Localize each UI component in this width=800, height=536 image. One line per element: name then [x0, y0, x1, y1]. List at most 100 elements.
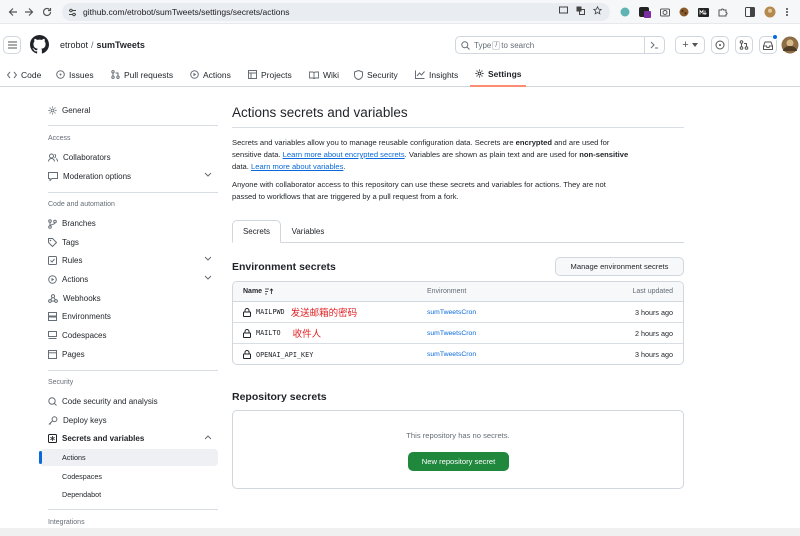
user-avatar[interactable] [781, 36, 799, 54]
tab-pull-requests-label: Pull requests [124, 69, 174, 80]
sidebar-item-general-label: General [62, 106, 91, 115]
sidebar-divider [48, 509, 218, 510]
sidebar-item-deploy-keys-label: Deploy keys [63, 416, 107, 425]
extension-teal-icon[interactable] [620, 7, 630, 17]
address-bar[interactable]: github.com/etrobot/sumTweets/settings/se… [62, 3, 610, 21]
url-text[interactable]: github.com/etrobot/sumTweets/settings/se… [83, 7, 289, 17]
sidebar-divider [48, 125, 218, 126]
intro-part-5: data. [232, 162, 251, 171]
tab-actions[interactable]: Actions [190, 62, 231, 87]
translate-icon[interactable] [576, 6, 585, 15]
tab-issues[interactable]: Issues [56, 62, 94, 87]
table-row: OPENAI_API_KEY sumTweetsCron 3 hours ago [233, 344, 683, 365]
sidebar-item-rules[interactable]: Rules [40, 252, 218, 269]
sidebar-item-collaborators[interactable]: Collaborators [40, 149, 218, 166]
tab-insights[interactable]: Insights [415, 62, 458, 87]
sidebar-item-environments[interactable]: Environments [40, 308, 218, 325]
sidebar-item-secrets-variables-label: Secrets and variables [62, 434, 145, 443]
play-icon [48, 275, 57, 284]
tab-variables[interactable]: Variables [284, 220, 332, 243]
secret-updated: 3 hours ago [635, 307, 673, 317]
side-panel-icon[interactable] [745, 7, 755, 17]
sidebar-subitem-codespaces[interactable]: Codespaces [40, 468, 218, 485]
sidebar-item-webhooks[interactable]: Webhooks [40, 290, 218, 307]
bookmark-star-icon[interactable] [593, 6, 602, 15]
extensions-puzzle-icon[interactable] [718, 7, 728, 17]
extension-cookie-icon[interactable] [679, 7, 689, 17]
search-input[interactable]: Type / to search [455, 36, 665, 54]
gear-icon [475, 69, 484, 78]
sidebar-item-pages[interactable]: Pages [40, 346, 218, 363]
sidebar-item-deploy-keys[interactable]: Deploy keys [40, 412, 218, 429]
table-header: Name Environment Last updated [233, 282, 683, 302]
rules-icon [48, 256, 57, 265]
sidebar-item-general[interactable]: General [40, 102, 218, 119]
sidebar-item-actions-label: Actions [62, 275, 89, 284]
sidebar-item-moderation[interactable]: Moderation options [40, 168, 218, 185]
hamburger-menu-button[interactable] [3, 36, 21, 54]
sidebar-item-code-security[interactable]: Code security and analysis [40, 393, 218, 410]
tab-security[interactable]: Security [354, 62, 398, 87]
tab-pull-requests[interactable]: Pull requests [111, 62, 173, 87]
sidebar-item-environments-label: Environments [62, 312, 111, 321]
sidebar-subitem-dependabot[interactable]: Dependabot [40, 486, 218, 503]
sort-icon [265, 288, 274, 295]
sidebar-subitem-dependabot-label: Dependabot [62, 490, 102, 499]
intro-nonsensitive: non-sensitive [579, 150, 629, 159]
new-repository-secret-button[interactable]: New repository secret [408, 452, 509, 471]
create-new-button[interactable]: + [675, 36, 705, 54]
learn-encrypted-secrets-link[interactable]: Learn more about encrypted secrets [283, 150, 405, 159]
github-logo-icon[interactable] [30, 35, 49, 54]
command-palette-icon[interactable] [644, 36, 664, 54]
repo-owner-link[interactable]: etrobot [60, 40, 88, 50]
repo-name-link[interactable]: sumTweets [97, 40, 145, 50]
tab-secrets[interactable]: Secrets [232, 220, 281, 243]
webhook-icon [48, 294, 58, 303]
access-note-line-2: passed to workflows that are triggered b… [232, 192, 459, 201]
sidebar-divider [48, 192, 218, 193]
secret-updated: 3 hours ago [635, 350, 673, 359]
tab-settings[interactable]: Settings [470, 62, 526, 87]
plus-icon: + [682, 39, 689, 51]
table-row: MAILTO 收件人 sumTweetsCron 2 hours ago [233, 323, 683, 344]
column-name-header[interactable]: Name [243, 282, 274, 301]
manage-environment-secrets-button[interactable]: Manage environment secrets [555, 257, 684, 276]
secrets-variables-tabs: Secrets Variables [232, 220, 684, 243]
issues-button[interactable] [711, 36, 729, 54]
table-icon [248, 70, 257, 79]
screen-cast-icon[interactable] [559, 6, 568, 15]
secret-name: OPENAI_API_KEY [256, 350, 314, 359]
intro-part-4: . Variables are shown as plain text and … [404, 150, 580, 159]
browser-menu-icon[interactable] [785, 7, 789, 17]
sidebar-item-tags[interactable]: Tags [40, 234, 218, 251]
reload-icon[interactable] [38, 3, 56, 21]
tab-projects[interactable]: Projects [248, 62, 292, 87]
sidebar-subitem-actions[interactable]: Actions [39, 449, 218, 466]
intro-part-1: Secrets and variables allow you to manag… [232, 138, 516, 147]
profile-avatar-icon[interactable] [764, 6, 776, 18]
search-placeholder-suffix: to search [501, 40, 535, 50]
tab-actions-label: Actions [203, 69, 231, 80]
learn-variables-link[interactable]: Learn more about variables [251, 162, 343, 171]
secret-name: MAILTO [256, 329, 281, 337]
secret-environment-link[interactable]: sumTweetsCron [427, 309, 476, 316]
tab-code[interactable]: Code [7, 62, 41, 87]
site-info-icon[interactable] [68, 8, 77, 17]
secret-environment-link[interactable]: sumTweetsCron [427, 330, 476, 337]
tab-wiki[interactable]: Wiki [309, 62, 339, 87]
sidebar-item-codespaces[interactable]: Codespaces [40, 327, 218, 344]
sidebar-item-actions[interactable]: Actions [40, 271, 218, 288]
sidebar-item-branches[interactable]: Branches [40, 215, 218, 232]
lock-icon [243, 350, 251, 359]
tab-code-label: Code [21, 69, 42, 80]
secret-environment-link[interactable]: sumTweetsCron [427, 351, 476, 358]
forward-icon[interactable] [20, 3, 38, 21]
extension-camera-icon[interactable] [660, 7, 670, 17]
lock-icon [243, 307, 251, 317]
repository-secrets-heading: Repository secrets [232, 391, 327, 403]
extension-badge-icon[interactable] [639, 6, 651, 18]
sidebar-item-secrets-variables[interactable]: Secrets and variables [40, 430, 218, 447]
extension-md-icon[interactable] [698, 7, 709, 17]
pull-requests-button[interactable] [735, 36, 753, 54]
intro-part-3: sensitive data. [232, 150, 283, 159]
